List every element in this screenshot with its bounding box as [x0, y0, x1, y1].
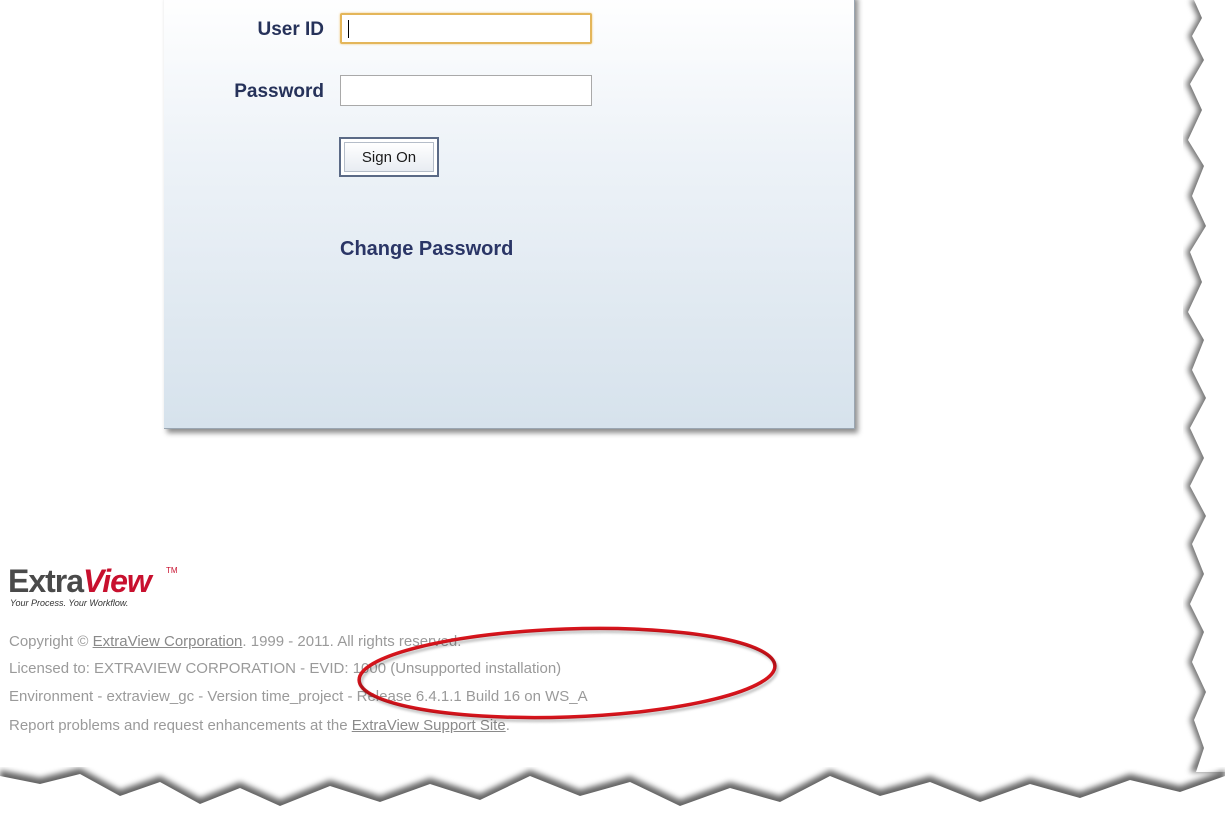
logo-text-view: View — [83, 563, 152, 599]
sign-on-button[interactable]: Sign On — [339, 137, 439, 177]
password-input[interactable] — [340, 75, 592, 106]
logo-tagline: Your Process. Your Workflow. — [10, 598, 129, 608]
report-problems-line: Report problems and request enhancements… — [9, 717, 510, 734]
logo-text-extra: Extra — [8, 563, 84, 599]
support-site-link[interactable]: ExtraView Support Site — [352, 717, 506, 734]
sign-on-button-label: Sign On — [344, 142, 434, 172]
torn-edge-right — [1188, 0, 1225, 772]
license-line: Licensed to: EXTRAVIEW CORPORATION - EVI… — [9, 660, 562, 677]
environment-line: Environment - extraview_gc - Version tim… — [9, 688, 588, 705]
torn-edge-bottom — [0, 774, 1225, 816]
screenshot-stage: User ID Password Sign On Change Password… — [0, 0, 1225, 816]
user-id-label: User ID — [257, 19, 324, 40]
text-caret — [348, 20, 349, 38]
logo-trademark: TM — [166, 566, 178, 575]
password-label: Password — [234, 81, 324, 102]
copyright-prefix: Copyright © — [9, 633, 93, 650]
torn-edge-right-shadow — [1184, 0, 1225, 772]
report-prefix: Report problems and request enhancements… — [9, 717, 352, 734]
copyright-suffix: . 1999 - 2011. All rights reserved. — [242, 633, 462, 650]
login-panel: User ID Password Sign On Change Password — [164, 0, 855, 429]
extraview-logo: ExtraView TM Your Process. Your Workflow… — [8, 563, 188, 614]
report-suffix: . — [505, 717, 510, 734]
user-id-input[interactable] — [340, 13, 592, 44]
copyright-line: Copyright © ExtraView Corporation. 1999 … — [9, 633, 461, 650]
change-password-link[interactable]: Change Password — [340, 238, 513, 261]
extraview-corporation-link[interactable]: ExtraView Corporation — [93, 633, 243, 650]
torn-edge-bottom-shadow — [0, 768, 1225, 816]
